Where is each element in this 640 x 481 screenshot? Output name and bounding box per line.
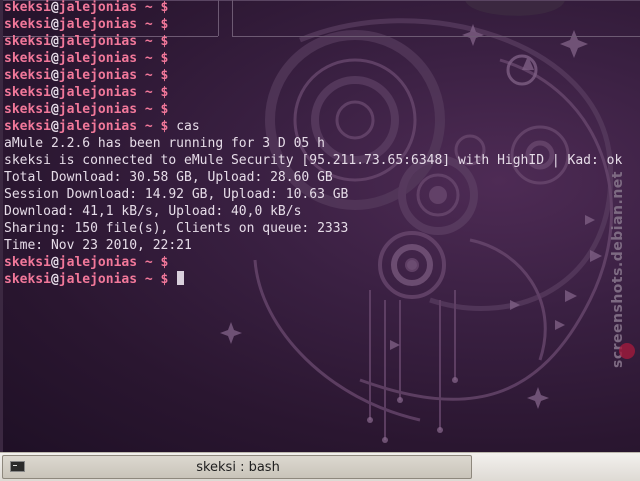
window-frame-edge <box>0 0 3 452</box>
prompt-user: skeksi <box>4 119 51 134</box>
prompt-user: skeksi <box>4 0 51 15</box>
prompt-at: @ <box>50 272 59 287</box>
prompt-host: jalejonias <box>58 51 138 66</box>
prompt-at: @ <box>50 255 59 270</box>
prompt-user: skeksi <box>4 255 51 270</box>
desktop-wallpaper: screenshots.debian.net skeksi@jalejonias… <box>0 0 640 452</box>
terminal-output-line: Sharing: 150 file(s), Clients on queue: … <box>4 220 640 237</box>
prompt-at: @ <box>50 17 59 32</box>
debian-swirl-icon <box>619 343 635 359</box>
terminal-prompt-line: skeksi@jalejonias ~ $ cas <box>4 118 640 135</box>
prompt-host: jalejonias <box>58 34 138 49</box>
prompt-at: @ <box>50 85 59 100</box>
terminal-prompt-line: skeksi@jalejonias ~ $ <box>4 84 640 101</box>
text-cursor <box>177 271 185 285</box>
terminal-prompt-line: skeksi@jalejonias ~ $ <box>4 101 640 118</box>
taskbar-window-button[interactable]: skeksi : bash <box>2 455 472 479</box>
command-text: cas <box>168 119 200 134</box>
prompt-path: ~ $ <box>137 119 169 134</box>
terminal-output[interactable]: skeksi@jalejonias ~ $ skeksi@jalejonias ~… <box>4 0 640 288</box>
taskbar: skeksi : bash <box>0 452 640 481</box>
terminal-prompt-line: skeksi@jalejonias ~ $ <box>4 0 640 16</box>
prompt-path: ~ $ <box>137 34 169 49</box>
taskbar-window-title: skeksi : bash <box>196 460 280 475</box>
prompt-host: jalejonias <box>58 68 138 83</box>
prompt-at: @ <box>50 102 59 117</box>
prompt-user: skeksi <box>4 272 51 287</box>
prompt-path: ~ $ <box>137 0 169 15</box>
prompt-host: jalejonias <box>58 102 138 117</box>
command-text <box>168 272 176 287</box>
terminal-output-line: Total Download: 30.58 GB, Upload: 28.60 … <box>4 169 640 186</box>
terminal-prompt-line: skeksi@jalejonias ~ $ <box>4 33 640 50</box>
prompt-user: skeksi <box>4 85 51 100</box>
prompt-user: skeksi <box>4 34 51 49</box>
prompt-at: @ <box>50 51 59 66</box>
prompt-host: jalejonias <box>58 255 138 270</box>
prompt-user: skeksi <box>4 68 51 83</box>
prompt-user: skeksi <box>4 51 51 66</box>
prompt-host: jalejonias <box>58 119 138 134</box>
output-text: aMule 2.2.6 has been running for 3 D 05 … <box>4 136 325 151</box>
terminal-prompt-line: skeksi@jalejonias ~ $ <box>4 50 640 67</box>
terminal-output-line: Time: Nov 23 2010, 22:21 <box>4 237 640 254</box>
terminal-prompt-line: skeksi@jalejonias ~ $ <box>4 67 640 84</box>
output-text: Session Download: 14.92 GB, Upload: 10.6… <box>4 187 349 202</box>
prompt-host: jalejonias <box>58 272 138 287</box>
prompt-user: skeksi <box>4 17 51 32</box>
prompt-host: jalejonias <box>58 0 138 15</box>
output-text: Sharing: 150 file(s), Clients on queue: … <box>4 221 349 236</box>
prompt-at: @ <box>50 0 59 15</box>
output-text: Total Download: 30.58 GB, Upload: 28.60 … <box>4 170 333 185</box>
prompt-path: ~ $ <box>137 68 169 83</box>
prompt-host: jalejonias <box>58 85 138 100</box>
terminal-output-line: aMule 2.2.6 has been running for 3 D 05 … <box>4 135 640 152</box>
prompt-at: @ <box>50 34 59 49</box>
prompt-at: @ <box>50 68 59 83</box>
prompt-path: ~ $ <box>137 51 169 66</box>
output-text: Download: 41,1 kB/s, Upload: 40,0 kB/s <box>4 204 302 219</box>
terminal-prompt-line: skeksi@jalejonias ~ $ <box>4 271 640 288</box>
prompt-host: jalejonias <box>58 17 138 32</box>
prompt-user: skeksi <box>4 102 51 117</box>
prompt-path: ~ $ <box>137 255 169 270</box>
prompt-path: ~ $ <box>137 17 169 32</box>
prompt-path: ~ $ <box>137 272 169 287</box>
terminal-output-line: Session Download: 14.92 GB, Upload: 10.6… <box>4 186 640 203</box>
terminal-output-line: Download: 41,1 kB/s, Upload: 40,0 kB/s <box>4 203 640 220</box>
prompt-at: @ <box>50 119 59 134</box>
prompt-path: ~ $ <box>137 102 169 117</box>
terminal-output-line: skeksi is connected to eMule Security [9… <box>4 152 640 169</box>
prompt-path: ~ $ <box>137 85 169 100</box>
terminal-prompt-line: skeksi@jalejonias ~ $ <box>4 16 640 33</box>
output-text: Time: Nov 23 2010, 22:21 <box>4 238 192 253</box>
terminal-prompt-line: skeksi@jalejonias ~ $ <box>4 254 640 271</box>
output-text: skeksi is connected to eMule Security [9… <box>4 153 623 168</box>
